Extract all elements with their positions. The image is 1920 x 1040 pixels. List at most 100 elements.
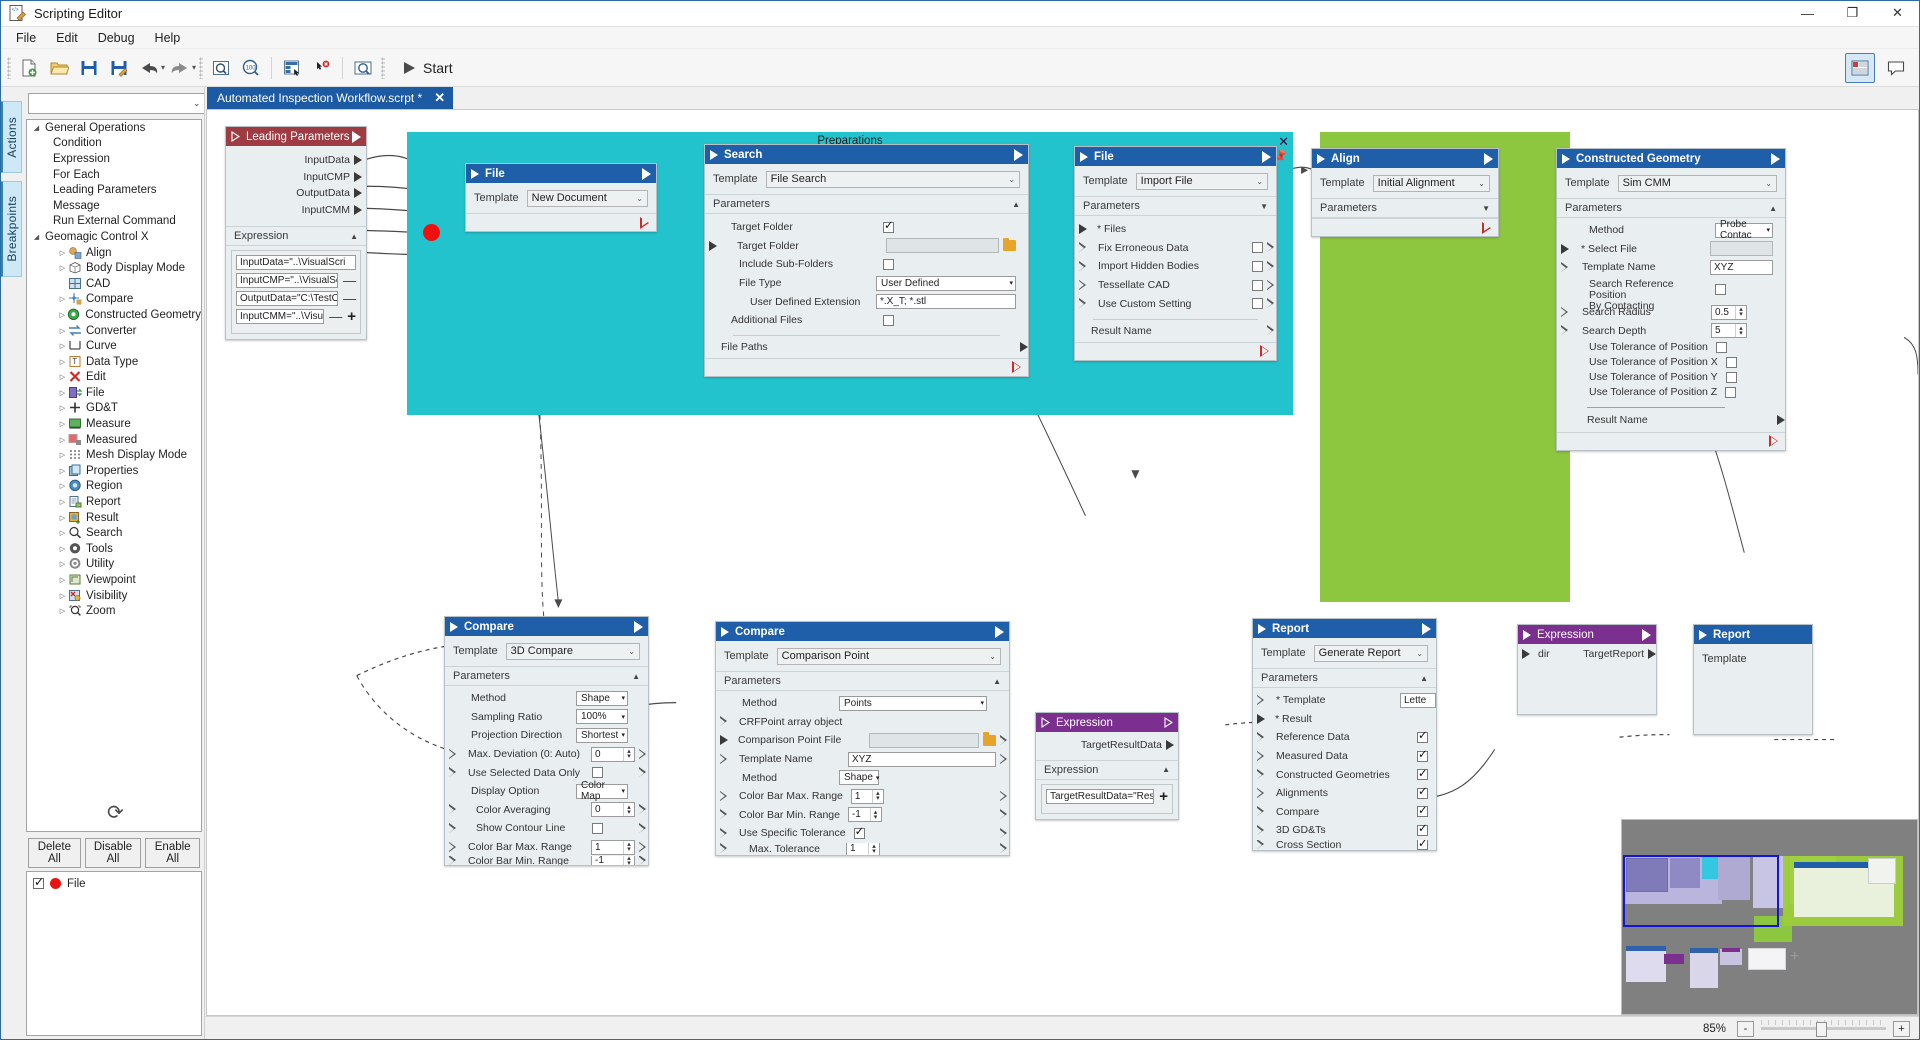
param-row[interactable]: Color Averaging 0 ▴ ▾ <box>445 801 648 820</box>
input-port-icon[interactable] <box>449 856 458 866</box>
output-port-icon[interactable] <box>1020 341 1028 352</box>
template-select[interactable]: Generate Report ⌄ <box>1313 644 1428 662</box>
input-port-icon[interactable] <box>449 804 458 815</box>
node-compare-point[interactable]: Compare Template Comparison Point ⌄ Para… <box>715 621 1010 856</box>
tree-item-leading-parameters[interactable]: Leading Parameters <box>27 182 201 198</box>
tree-item-report[interactable]: ▷ Report <box>27 494 201 510</box>
run-node-icon[interactable] <box>1482 221 1491 234</box>
output-play-icon[interactable] <box>1484 152 1493 165</box>
run-node-icon[interactable] <box>1769 435 1778 448</box>
input-port-icon[interactable] <box>1079 298 1088 309</box>
param-row[interactable]: Tessellate CAD <box>1075 276 1276 295</box>
sampling-ratio-select[interactable]: 100% ▾ <box>576 709 628 725</box>
param-row[interactable]: CRFPoint array object <box>716 713 1009 732</box>
parameters-section-header[interactable]: Parameters ▼ <box>1312 198 1498 218</box>
input-port-icon[interactable] <box>720 735 728 746</box>
tree-item-general-operations[interactable]: ◢ General Operations <box>27 120 201 136</box>
stepper-icon[interactable]: ▴ ▾ <box>868 842 879 855</box>
select-file-input[interactable] <box>1710 241 1773 257</box>
output-port-icon[interactable] <box>1267 325 1276 336</box>
input-port-icon[interactable] <box>720 790 729 802</box>
output-port-icon[interactable] <box>639 748 648 760</box>
twisty-icon[interactable]: ▷ <box>57 607 68 615</box>
param-row[interactable]: Import Hidden Bodies <box>1075 257 1276 276</box>
color-bar-min-spinner[interactable]: -1 ▴ ▾ <box>847 807 882 823</box>
output-play-outline-icon[interactable] <box>1164 716 1174 729</box>
tree-item-viewpoint[interactable]: ▷ Viewpoint <box>27 572 201 588</box>
param-checkbox[interactable] <box>883 218 894 233</box>
list-item[interactable]: InputData="..\VisualScri <box>236 255 356 270</box>
search-radius-spinner[interactable]: 0.5 ▴ ▾ <box>1711 304 1747 320</box>
twisty-icon[interactable]: ▷ <box>57 249 68 257</box>
inspect-icon[interactable] <box>349 54 377 82</box>
param-row[interactable]: Target Folder <box>705 218 1028 237</box>
enable-all-button[interactable]: Enable All <box>145 838 200 868</box>
undo-icon[interactable] <box>135 54 163 82</box>
chevron-down-icon[interactable]: ▼ <box>1260 202 1268 211</box>
stepper-icon[interactable]: ▴ ▾ <box>871 789 883 803</box>
remove-icon[interactable]: — <box>343 274 356 287</box>
play-icon[interactable] <box>710 149 718 160</box>
param-row[interactable]: Method Shape ▾ <box>716 768 1009 787</box>
output-port-icon[interactable] <box>1267 242 1276 253</box>
tree-item-tools[interactable]: ▷ Tools <box>27 541 201 557</box>
twisty-icon[interactable]: ▷ <box>57 389 68 397</box>
tree-item-data-type[interactable]: ▷ T Data Type <box>27 354 201 370</box>
output-port-icon[interactable] <box>1777 414 1785 425</box>
param-row[interactable]: * Files <box>1075 220 1276 239</box>
menu-help[interactable]: Help <box>145 29 191 47</box>
toolbar-grip-2[interactable] <box>199 56 204 79</box>
twisty-icon[interactable]: ▷ <box>57 358 68 366</box>
output-port-row[interactable]: InputCMM <box>226 202 366 219</box>
chevron-up-icon[interactable]: ▲ <box>632 672 640 681</box>
play-outline-icon[interactable] <box>231 130 241 143</box>
node-constructed-geometry[interactable]: Constructed Geometry Template Sim CMM ⌄ … <box>1556 148 1786 451</box>
param-checkbox[interactable] <box>1417 839 1428 850</box>
input-port-icon[interactable] <box>1522 649 1530 659</box>
param-checkbox[interactable] <box>883 314 894 326</box>
input-port-icon[interactable] <box>1257 731 1266 743</box>
template-select[interactable]: Comparison Point ⌄ <box>776 647 1001 665</box>
color-bar-max-spinner[interactable]: 1 ▴ ▾ <box>850 788 884 804</box>
param-row[interactable]: Template Name XYZ <box>1557 258 1785 277</box>
tree-item-align[interactable]: ▷ Align <box>27 245 201 261</box>
method-select[interactable]: Probe Contac ▾ <box>1715 219 1773 241</box>
remove-icon[interactable]: — <box>343 292 356 305</box>
param-row[interactable]: Projection Direction Shortest ▾ <box>445 726 648 745</box>
param-row[interactable]: Search Depth 5 ▴ ▾ <box>1557 321 1785 340</box>
node-header[interactable]: File <box>1075 147 1276 166</box>
twisty-icon[interactable]: ▷ <box>57 264 68 272</box>
twisty-icon[interactable]: ▷ <box>57 373 68 381</box>
twisty-icon[interactable]: ◢ <box>31 233 42 241</box>
twisty-icon[interactable]: ▷ <box>57 311 67 319</box>
param-checkbox[interactable] <box>1417 766 1428 781</box>
folder-icon[interactable] <box>983 732 996 746</box>
output-port-icon[interactable] <box>354 171 362 182</box>
input-port-icon[interactable] <box>720 716 729 727</box>
tab-automated-inspection-workflow[interactable]: Automated Inspection Workflow.scrpt * ✕ <box>207 87 454 109</box>
play-icon[interactable] <box>1317 153 1325 164</box>
param-row[interactable]: 3D GD&Ts <box>1253 821 1436 840</box>
zoom-100-icon[interactable]: 100 <box>237 54 265 82</box>
param-checkbox[interactable] <box>1252 298 1263 310</box>
input-port-icon[interactable] <box>720 843 729 854</box>
chevron-down-icon[interactable]: ▾ <box>618 787 625 795</box>
output-port-row[interactable]: TargetResultData <box>1036 737 1178 754</box>
output-play-icon[interactable] <box>1642 628 1651 641</box>
chevron-up-icon[interactable]: ▲ <box>1769 204 1777 213</box>
param-checkbox[interactable] <box>1417 821 1428 836</box>
twisty-icon[interactable]: ▷ <box>57 592 68 600</box>
param-row[interactable]: Search Reference Position By Contacting <box>1557 277 1785 311</box>
remove-icon[interactable]: — <box>329 310 342 323</box>
twisty-icon[interactable]: ▷ <box>57 404 68 412</box>
twisty-icon[interactable]: ▷ <box>57 514 68 522</box>
param-checkbox[interactable] <box>1417 747 1428 762</box>
add-icon[interactable]: + <box>347 309 356 324</box>
new-document-icon[interactable] <box>15 54 43 82</box>
tree-item-message[interactable]: Message <box>27 198 201 214</box>
chevron-up-icon[interactable]: ▲ <box>1012 200 1020 209</box>
input-port-icon[interactable] <box>1257 713 1265 724</box>
result-name-row[interactable]: Result Name <box>1075 320 1276 342</box>
output-port-icon[interactable] <box>354 204 362 215</box>
param-row[interactable]: Color Bar Min. Range -1 ▴ ▾ <box>445 856 648 866</box>
